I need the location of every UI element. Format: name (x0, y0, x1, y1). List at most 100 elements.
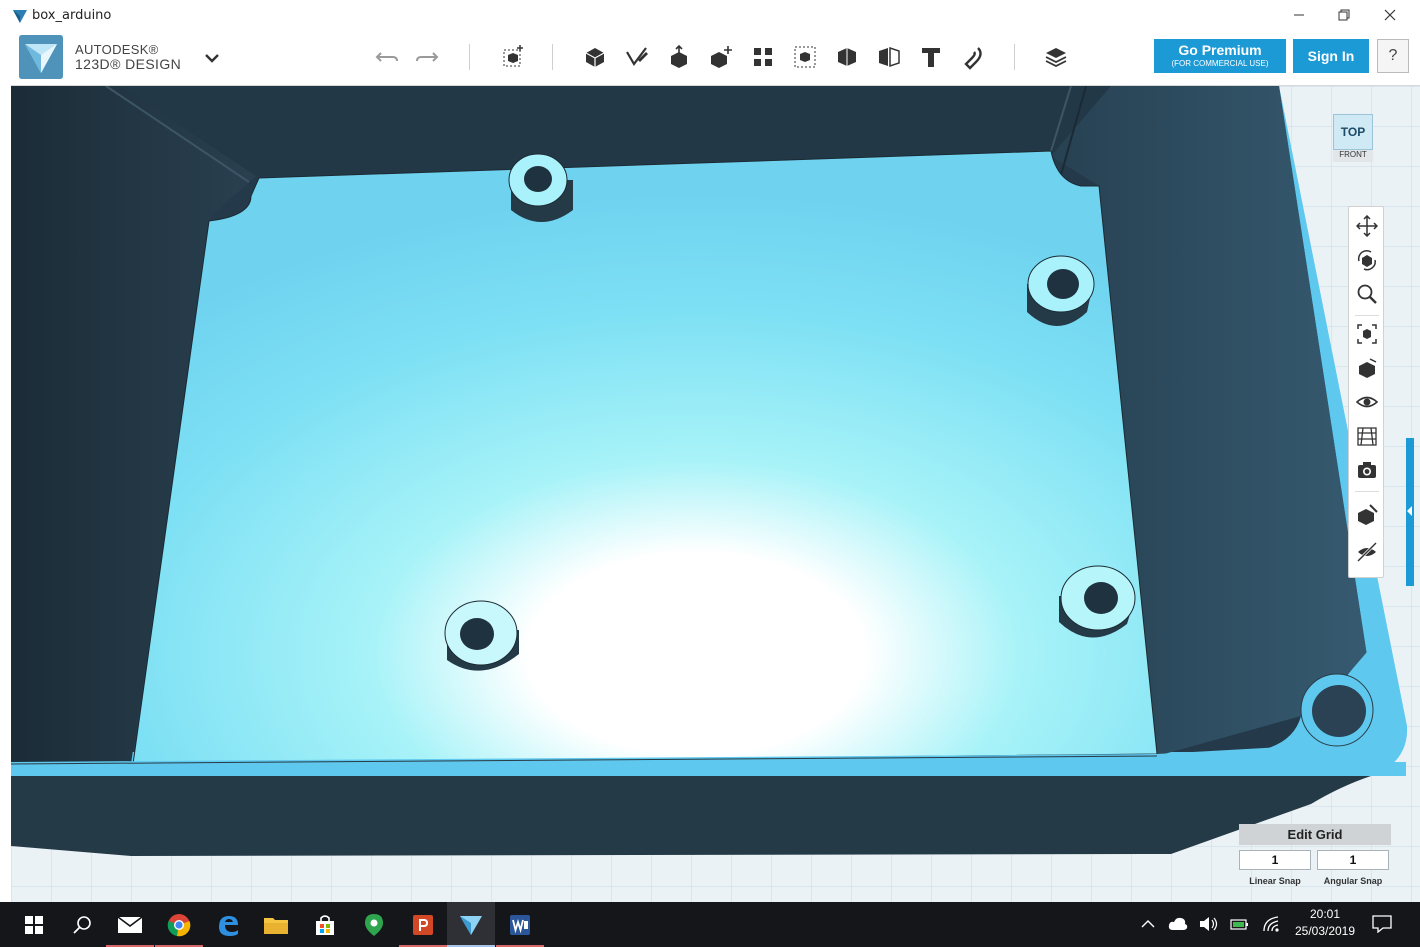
modify-button[interactable] (704, 40, 738, 74)
taskbar-file-explorer[interactable] (252, 902, 300, 947)
action-center-button[interactable] (1372, 914, 1392, 934)
materials-button[interactable] (1039, 40, 1073, 74)
measure-button[interactable] (872, 40, 906, 74)
wifi-icon (1263, 916, 1279, 932)
navbar-separator (1355, 315, 1379, 316)
visibility-icon (1356, 396, 1378, 408)
minimize-icon (1294, 14, 1304, 16)
notification-icon (1372, 915, 1392, 933)
123d-design-icon (460, 915, 482, 935)
taskbar-123d-design[interactable] (447, 902, 495, 947)
screenshot-button[interactable] (1354, 457, 1380, 483)
windows-taskbar: 20:01 25/03/2019 (0, 902, 1420, 947)
undo-button[interactable] (370, 40, 404, 74)
help-button[interactable]: ? (1377, 39, 1409, 73)
tray-overflow-button[interactable] (1138, 914, 1158, 934)
minimize-button[interactable] (1276, 0, 1322, 30)
grouping-button[interactable] (788, 40, 822, 74)
text-icon (922, 48, 940, 67)
go-premium-button[interactable]: Go Premium (FOR COMMERCIAL USE) (1154, 39, 1286, 73)
store-icon (316, 914, 334, 935)
material-icon (1358, 504, 1378, 525)
pan-button[interactable] (1354, 213, 1380, 239)
chevron-down-icon[interactable] (201, 48, 223, 68)
toolbar-separator (552, 44, 553, 70)
combine-button[interactable] (830, 40, 864, 74)
map-pin-icon (365, 913, 383, 936)
sign-in-button[interactable]: Sign In (1293, 39, 1369, 73)
material-display-button[interactable] (1354, 501, 1380, 527)
zoom-icon (1357, 284, 1377, 304)
close-icon (1384, 9, 1396, 21)
3d-viewport[interactable]: TOP FRONT Edit Grid 1 1 Linear Snap Angu… (11, 86, 1420, 902)
navbar-separator (1355, 491, 1379, 492)
primitives-button[interactable] (578, 40, 612, 74)
edge-icon (219, 915, 238, 936)
brand-line-2: 123D® DESIGN (75, 56, 182, 72)
grid-toggle-button[interactable] (1354, 423, 1380, 449)
combine-icon (838, 48, 856, 66)
zoom-button[interactable] (1354, 281, 1380, 307)
close-button[interactable] (1367, 0, 1413, 30)
mail-icon (118, 915, 142, 933)
undo-icon (375, 52, 398, 62)
tray-wifi[interactable] (1262, 914, 1282, 934)
taskbar-store[interactable] (301, 902, 349, 947)
grouping-icon (794, 46, 816, 68)
restore-button[interactable] (1321, 0, 1367, 30)
taskbar-mail[interactable] (106, 902, 154, 947)
app-window: box_arduino AUTODESK® 123D® DESIGN Go Pr… (0, 0, 1420, 947)
orbit-button[interactable] (1354, 247, 1380, 273)
fit-icon (1357, 324, 1377, 344)
battery-icon (1230, 919, 1248, 930)
taskbar-powerpoint[interactable] (399, 902, 447, 947)
redo-button[interactable] (410, 40, 444, 74)
brand-logo[interactable] (19, 35, 63, 79)
edit-grid-button[interactable]: Edit Grid (1239, 824, 1391, 845)
taskbar-edge[interactable] (204, 902, 252, 947)
transform-button[interactable] (496, 40, 530, 74)
materials-icon (1045, 48, 1067, 68)
word-icon (510, 914, 530, 935)
taskbar-clock[interactable]: 20:01 25/03/2019 (1290, 906, 1360, 940)
text-button[interactable] (914, 40, 948, 74)
angular-snap-input[interactable]: 1 (1317, 850, 1389, 870)
main-toolbar: AUTODESK® 123D® DESIGN Go Premium (FOR C… (11, 30, 1420, 86)
search-button[interactable] (58, 902, 106, 947)
taskbar-word[interactable] (496, 902, 544, 947)
edit-grid-panel: Edit Grid 1 1 Linear Snap Angular Snap (1239, 824, 1391, 894)
linear-snap-input[interactable]: 1 (1239, 850, 1311, 870)
app-logo-icon (13, 10, 27, 23)
visibility-button[interactable] (1354, 389, 1380, 415)
powerpoint-icon (413, 914, 433, 935)
taskbar-chrome[interactable] (155, 902, 203, 947)
views-icon (1359, 358, 1377, 378)
transform-icon (503, 45, 523, 67)
model-scene[interactable] (11, 86, 1420, 902)
construct-button[interactable] (662, 40, 696, 74)
windows-logo-icon (25, 915, 43, 934)
tray-battery[interactable] (1230, 914, 1250, 934)
box-floor (132, 150, 1158, 765)
sketch-button[interactable] (620, 40, 654, 74)
taskbar-maps[interactable] (350, 902, 398, 947)
pan-icon (1356, 215, 1378, 237)
standoff-bottom-left[interactable] (444, 600, 519, 671)
view-cube-front[interactable]: FRONT (1333, 150, 1373, 162)
pattern-button[interactable] (746, 40, 780, 74)
views-button[interactable] (1354, 355, 1380, 381)
tray-volume[interactable] (1199, 914, 1219, 934)
snap-button[interactable] (956, 40, 990, 74)
view-cube[interactable]: TOP FRONT (1327, 108, 1377, 166)
box-front-wall (11, 776, 1371, 856)
orbit-icon (1357, 249, 1376, 271)
construct-icon (671, 44, 687, 68)
hide-button[interactable] (1354, 539, 1380, 565)
folder-icon (264, 917, 288, 934)
measure-icon (879, 46, 900, 68)
view-cube-top[interactable]: TOP (1333, 114, 1373, 150)
start-button[interactable] (10, 902, 58, 947)
chrome-icon (167, 913, 191, 936)
fit-button[interactable] (1354, 321, 1380, 347)
tray-cloud[interactable] (1168, 914, 1188, 934)
